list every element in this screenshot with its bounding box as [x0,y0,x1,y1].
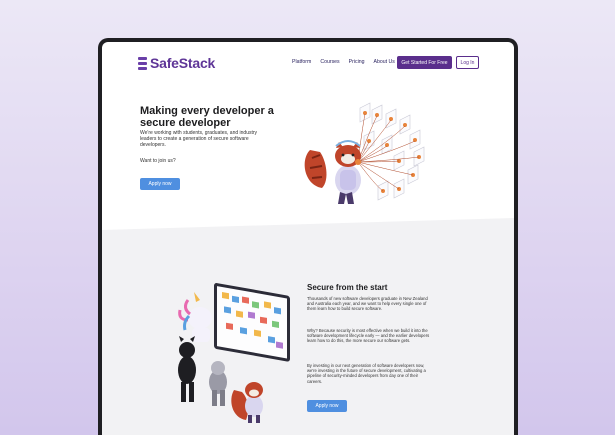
section-title: Secure from the start [307,283,388,292]
logo-stack-icon [138,56,147,70]
nav-links: Platform Courses Pricing About Us [292,59,395,65]
top-navigation: SafeStack Platform Courses Pricing About… [102,42,514,86]
team-whiteboard-illustration [178,283,290,423]
logo-text: SafeStack [150,55,216,71]
section-apply-button[interactable]: Apply now [307,400,347,412]
hero-join-text: Want to join us? [140,158,176,164]
hero-title: Making every developer a secure develope… [140,105,274,129]
section-paragraph-3: By investing in our next generation of s… [307,363,426,384]
section-divider-wave [102,218,514,242]
hero-red-panda-illustration [304,102,425,204]
hero-apply-button[interactable]: Apply now [140,178,180,190]
nav-link-platform[interactable]: Platform [292,59,311,65]
get-started-button[interactable]: Get Started For Free [397,56,452,69]
browser-screen: SafeStack Platform Courses Pricing About… [102,42,514,435]
nav-link-courses[interactable]: Courses [320,59,339,65]
section-paragraph-2: Why? Because security is most effective … [307,328,430,344]
safestack-logo[interactable]: SafeStack [138,55,215,71]
section-paragraph-1: Thousands of new software developers gra… [307,296,428,312]
log-in-button[interactable]: Log In [456,56,479,69]
nav-link-about-us[interactable]: About Us [374,59,395,65]
hero-description: We're working with students, graduates, … [140,130,258,148]
nav-link-pricing[interactable]: Pricing [349,59,365,65]
